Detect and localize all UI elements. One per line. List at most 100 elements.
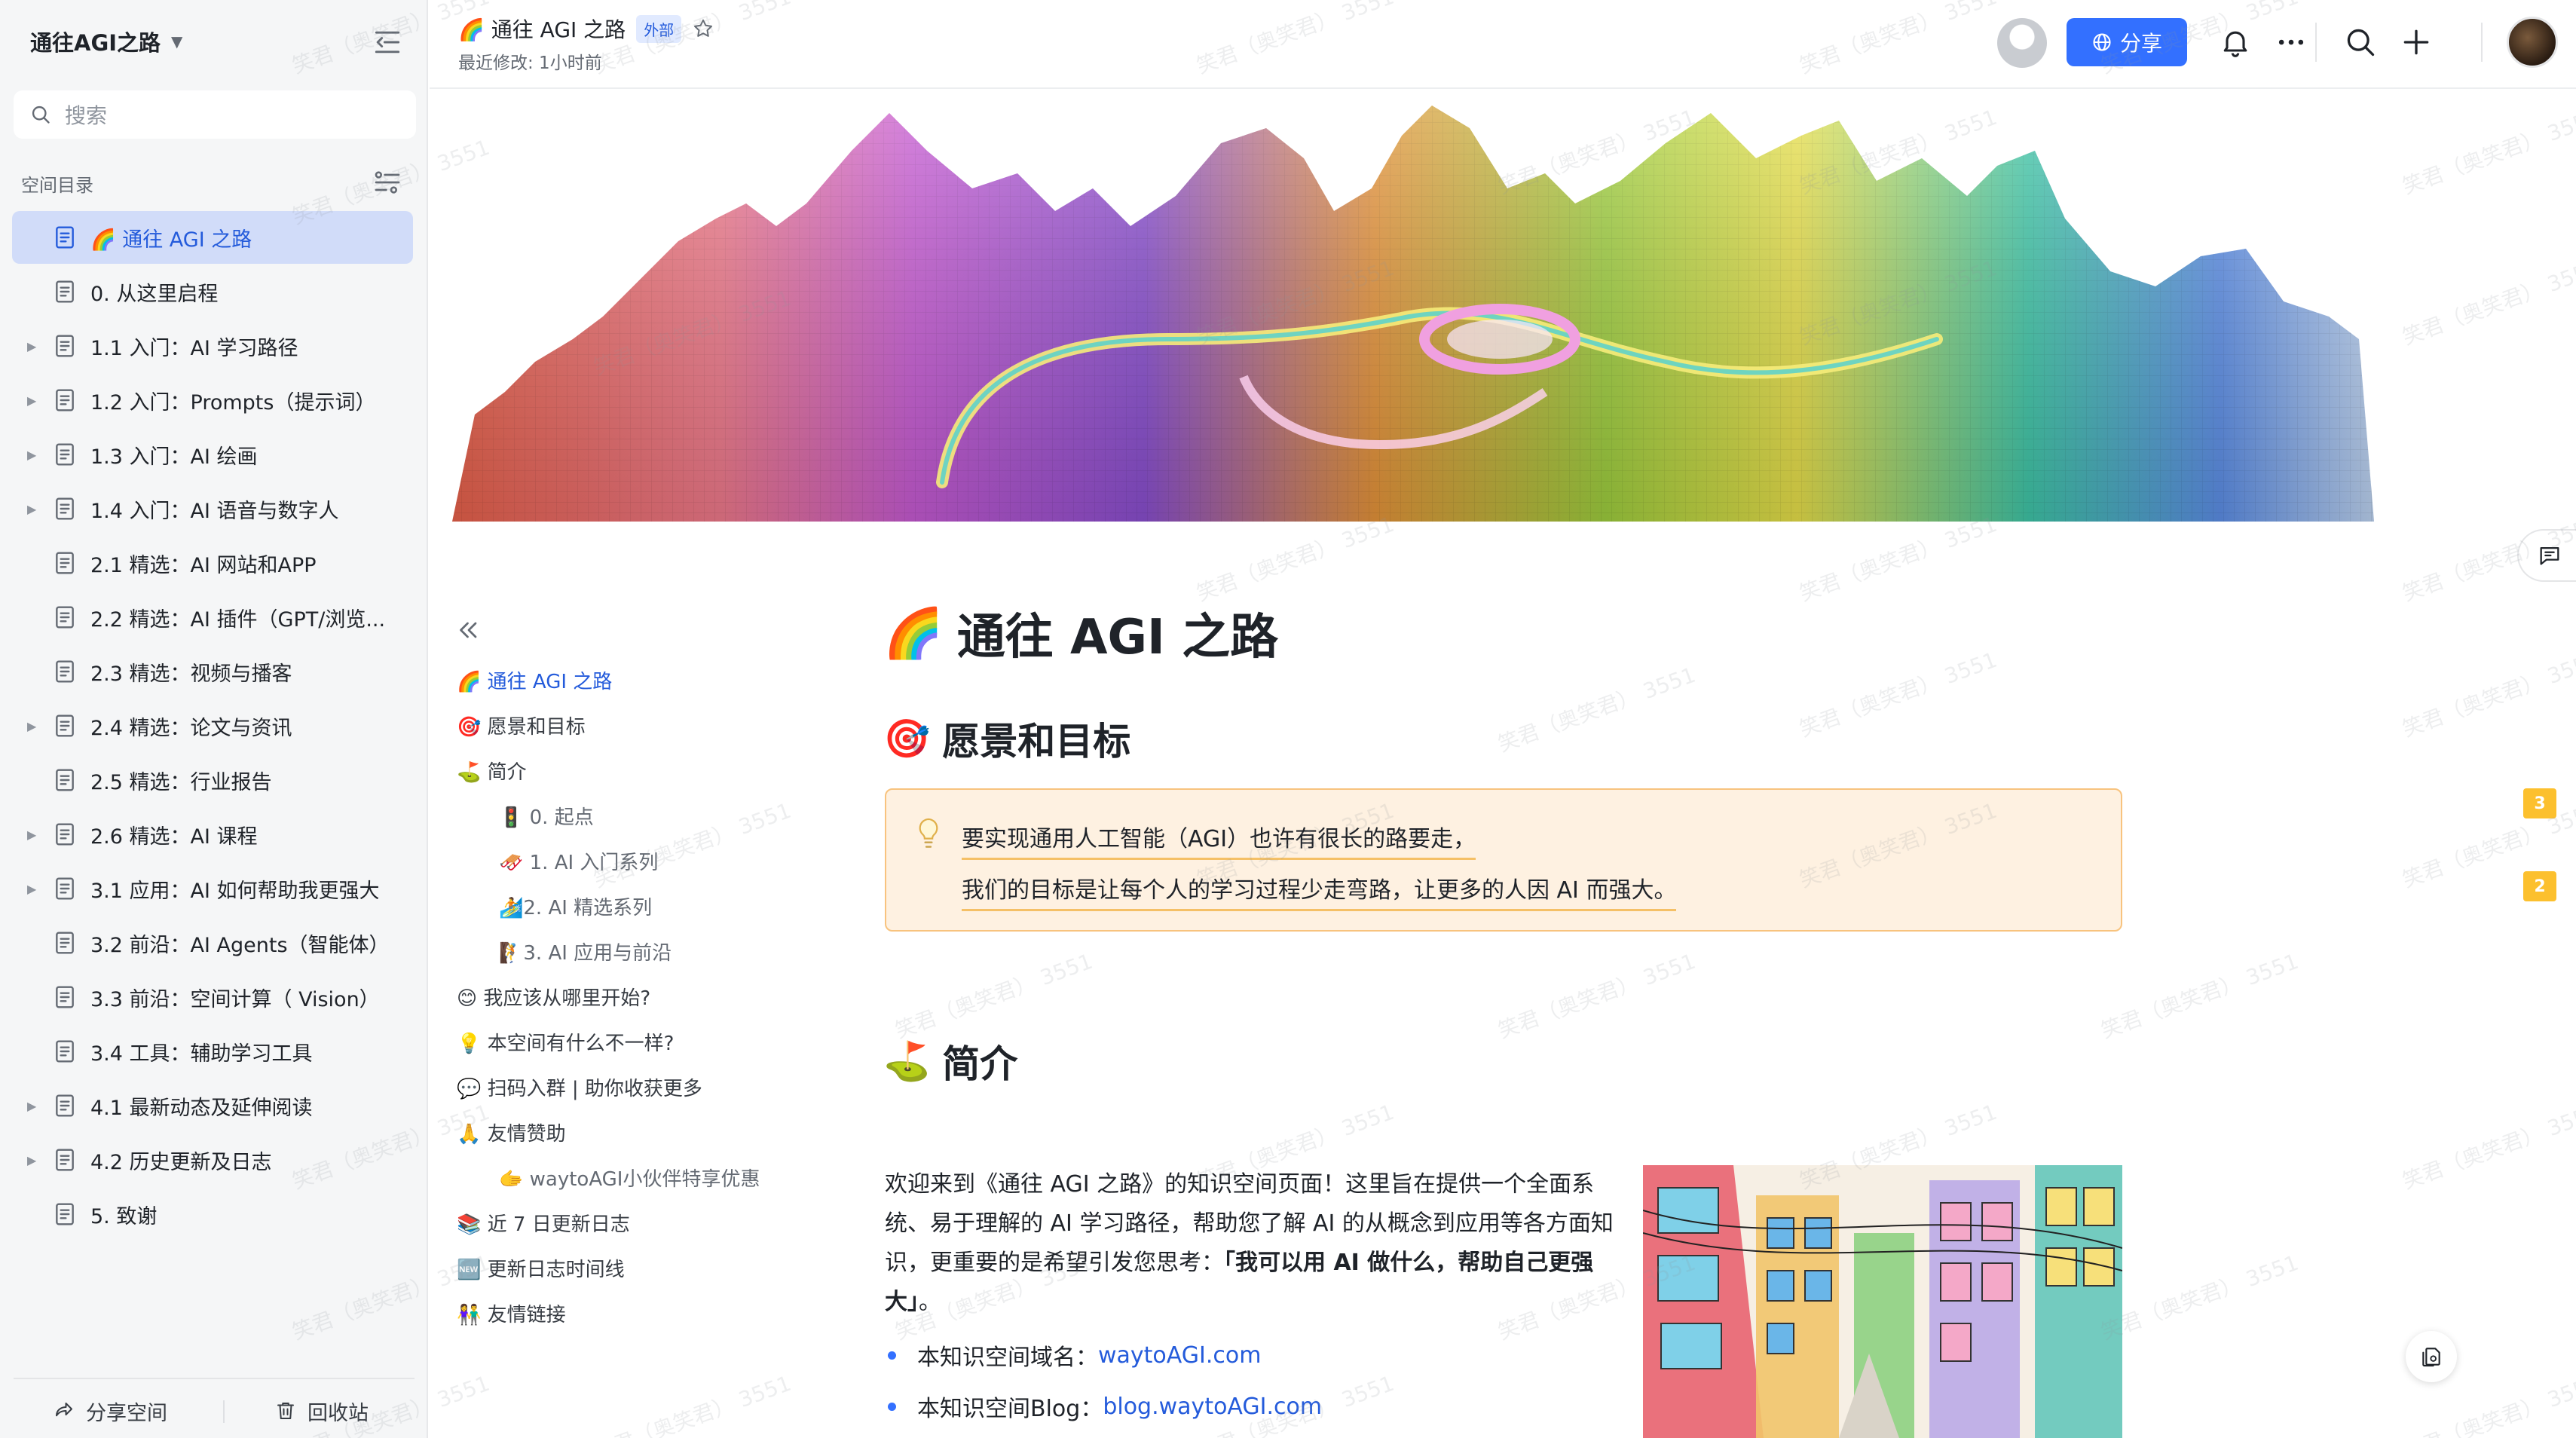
sidebar-item[interactable]: ▶ 2.4 精选：论文与资讯 xyxy=(12,699,413,752)
intro-heading: ⛳ 简介 xyxy=(883,1034,1017,1088)
intro-heading-emoji: ⛳ xyxy=(883,1039,931,1083)
search-icon xyxy=(32,106,50,124)
copy-doc-icon xyxy=(2422,1348,2440,1367)
chevron-right-icon[interactable]: ▶ xyxy=(27,502,36,516)
document-icon xyxy=(56,823,74,846)
outline-item[interactable]: 🎯 愿景和目标 xyxy=(457,702,803,748)
chevron-right-icon[interactable]: ▶ xyxy=(27,1153,36,1167)
outline-item[interactable]: ⛳ 简介 xyxy=(457,748,803,793)
sidebar-item-label: 2.3 精选：视频与播客 xyxy=(90,662,292,686)
sidebar-item[interactable]: 3.3 前沿：空间计算（ Vision） xyxy=(12,971,413,1023)
more-icon[interactable] xyxy=(2275,26,2308,59)
sidebar-item-label: 1.3 入门：AI 绘画 xyxy=(90,445,258,469)
sidebar-item[interactable]: 3.4 工具：辅助学习工具 xyxy=(12,1025,413,1078)
outline-item[interactable]: 🌈 通往 AGI 之路 xyxy=(457,657,803,702)
sidebar-item[interactable]: ▶ 1.1 入门：AI 学习路径 xyxy=(12,320,413,372)
chevron-right-icon[interactable]: ▶ xyxy=(27,448,36,462)
sidebar-item[interactable]: 2.5 精选：行业报告 xyxy=(12,754,413,806)
comment-count-badge[interactable]: 2 xyxy=(2523,871,2556,901)
bell-icon[interactable] xyxy=(2219,26,2252,59)
chevron-right-icon[interactable]: ▶ xyxy=(27,339,36,353)
sidebar-item[interactable]: ▶ 1.3 入门：AI 绘画 xyxy=(12,428,413,481)
watermark-text: 笑君（奥笑君） 3551 xyxy=(1495,948,1699,1044)
search-icon[interactable] xyxy=(2344,26,2377,59)
outline-item[interactable]: 💡 本空间有什么不一样? xyxy=(457,1019,803,1064)
collapse-outline-icon[interactable] xyxy=(455,617,482,644)
document-outline: 🌈 通往 AGI 之路 🎯 愿景和目标 ⛳ 简介 🚦 0. 起点 🛷 1. AI 入门系… xyxy=(457,657,803,1336)
watermark-text: 笑君（奥笑君） 3551 xyxy=(892,948,1097,1044)
plus-icon[interactable] xyxy=(2400,26,2433,59)
sidebar-item[interactable]: 2.1 精选：AI 网站和APP xyxy=(12,537,413,589)
outline-item[interactable]: 👫 友情链接 xyxy=(457,1290,803,1336)
chevron-right-icon[interactable]: ▶ xyxy=(27,1099,36,1113)
blog-link[interactable]: blog.waytoAGI.com xyxy=(1103,1394,1322,1420)
outline-item[interactable]: 🧗3. AI 应用与前沿 xyxy=(457,929,803,974)
outline-item[interactable]: 😊 我应该从哪里开始? xyxy=(457,974,803,1019)
space-title[interactable]: 通往AGI之路 ▼ xyxy=(30,23,182,60)
document-icon xyxy=(56,714,74,737)
sidebar-item[interactable]: 5. 致谢 xyxy=(12,1188,413,1241)
collapse-sidebar-icon[interactable] xyxy=(371,26,404,59)
sidebar-item[interactable]: 🌈 通往 AGI 之路 xyxy=(12,211,413,264)
outline-item[interactable]: 🙏 友情赞助 xyxy=(457,1109,803,1155)
sidebar-item[interactable]: ▶ 2.6 精选：AI 课程 xyxy=(12,808,413,861)
sidebar-item-label: 2.2 精选：AI 插件（GPT/浏览... xyxy=(90,607,386,632)
document-icon xyxy=(56,552,74,574)
cover-image xyxy=(452,106,2374,522)
callout-block: 要实现通用人工智能（AGI）也许有很长的路要走， 我们的目标是让每个人的学习过程… xyxy=(885,788,2122,932)
sidebar-item[interactable]: 2.3 精选：视频与播客 xyxy=(12,645,413,698)
document-icon xyxy=(56,606,74,629)
sidebar-item[interactable]: ▶ 1.2 入门：Prompts（提示词） xyxy=(12,374,413,427)
last-modified: 最近修改: 1小时前 xyxy=(458,54,602,73)
watermark-text: 笑君（奥笑君） 3551 xyxy=(1796,511,2001,607)
external-tag: 外部 xyxy=(636,14,682,43)
search-input[interactable]: 搜索 xyxy=(14,90,416,139)
chevron-right-icon[interactable]: ▶ xyxy=(27,393,36,408)
star-icon[interactable] xyxy=(692,17,714,40)
sidebar-item[interactable]: ▶ 4.1 最新动态及延伸阅读 xyxy=(12,1079,413,1132)
watermark-text: 笑君（奥笑君） 3551 xyxy=(1796,647,2001,742)
outline-item[interactable]: 🚦 0. 起点 xyxy=(457,793,803,838)
list-settings-icon[interactable] xyxy=(372,167,402,197)
share-space-button[interactable]: 分享空间 xyxy=(53,1394,167,1427)
outline-item[interactable]: 💬 扫码入群 | 助你收获更多 xyxy=(457,1064,803,1109)
document-icon xyxy=(56,877,74,900)
chevron-right-icon[interactable]: ▶ xyxy=(27,719,36,733)
comment-icon xyxy=(2540,546,2559,565)
doc-title[interactable]: 🌈 通往 AGI 之路 xyxy=(458,14,626,44)
sidebar-item-label: 2.4 精选：论文与资讯 xyxy=(90,716,292,740)
sidebar-item[interactable]: ▶ 1.4 入门：AI 语音与数字人 xyxy=(12,482,413,535)
sidebar-item-label: 2.6 精选：AI 课程 xyxy=(90,825,258,849)
comment-panel-toggle[interactable] xyxy=(2517,529,2576,582)
watermark-text: 笑君（奥笑君） 3551 xyxy=(1495,662,1699,757)
chevron-right-icon[interactable]: ▶ xyxy=(27,882,36,896)
outline-item[interactable]: 📚 近 7 日更新日志 xyxy=(457,1200,803,1245)
outline-item[interactable]: 🛷 1. AI 入门系列 xyxy=(457,838,803,883)
sidebar-item[interactable]: 2.2 精选：AI 插件（GPT/浏览... xyxy=(12,591,413,644)
chevron-down-icon[interactable]: ▼ xyxy=(171,32,182,50)
user-avatar[interactable] xyxy=(2507,17,2558,68)
sidebar-item-label: 4.1 最新动态及延伸阅读 xyxy=(90,1096,313,1120)
collaborator-avatar[interactable] xyxy=(1997,18,2047,68)
vision-heading: 🎯 愿景和目标 xyxy=(883,711,1130,766)
floating-action-button[interactable] xyxy=(2406,1331,2457,1382)
sidebar-item-label: 3.1 应用：AI 如何帮助我更强大 xyxy=(90,879,380,903)
cover-banner xyxy=(430,90,2576,522)
sidebar-item-label: 🌈 通往 AGI 之路 xyxy=(90,228,252,252)
sidebar-item[interactable]: ▶ 4.2 历史更新及日志 xyxy=(12,1134,413,1186)
outline-item[interactable]: 🏄2. AI 精选系列 xyxy=(457,883,803,929)
outline-item[interactable]: 🫱 waytoAGI小伙伴特享优惠 xyxy=(457,1155,803,1200)
trash-button[interactable]: 回收站 xyxy=(274,1394,369,1427)
sidebar-item[interactable]: ▶ 3.1 应用：AI 如何帮助我更强大 xyxy=(12,862,413,915)
domain-link[interactable]: waytoAGI.com xyxy=(1098,1342,1262,1369)
share-button[interactable]: 分享 xyxy=(2067,18,2187,66)
watermark-text: 笑君（奥笑君） 3551 xyxy=(2399,1099,2576,1195)
sidebar-item[interactable]: 0. 从这里启程 xyxy=(12,265,413,318)
watermark-text: 笑君（奥笑君） 3551 xyxy=(1193,511,1398,607)
chevron-right-icon[interactable]: ▶ xyxy=(27,828,36,842)
document-icon xyxy=(56,1203,74,1225)
sidebar-item[interactable]: 3.2 前沿：AI Agents（智能体） xyxy=(12,916,413,969)
outline-item[interactable]: 🆕 更新日志时间线 xyxy=(457,1245,803,1290)
watermark-text: 笑君（奥笑君） 3551 xyxy=(2097,948,2302,1044)
comment-count-badge[interactable]: 3 xyxy=(2523,788,2556,818)
